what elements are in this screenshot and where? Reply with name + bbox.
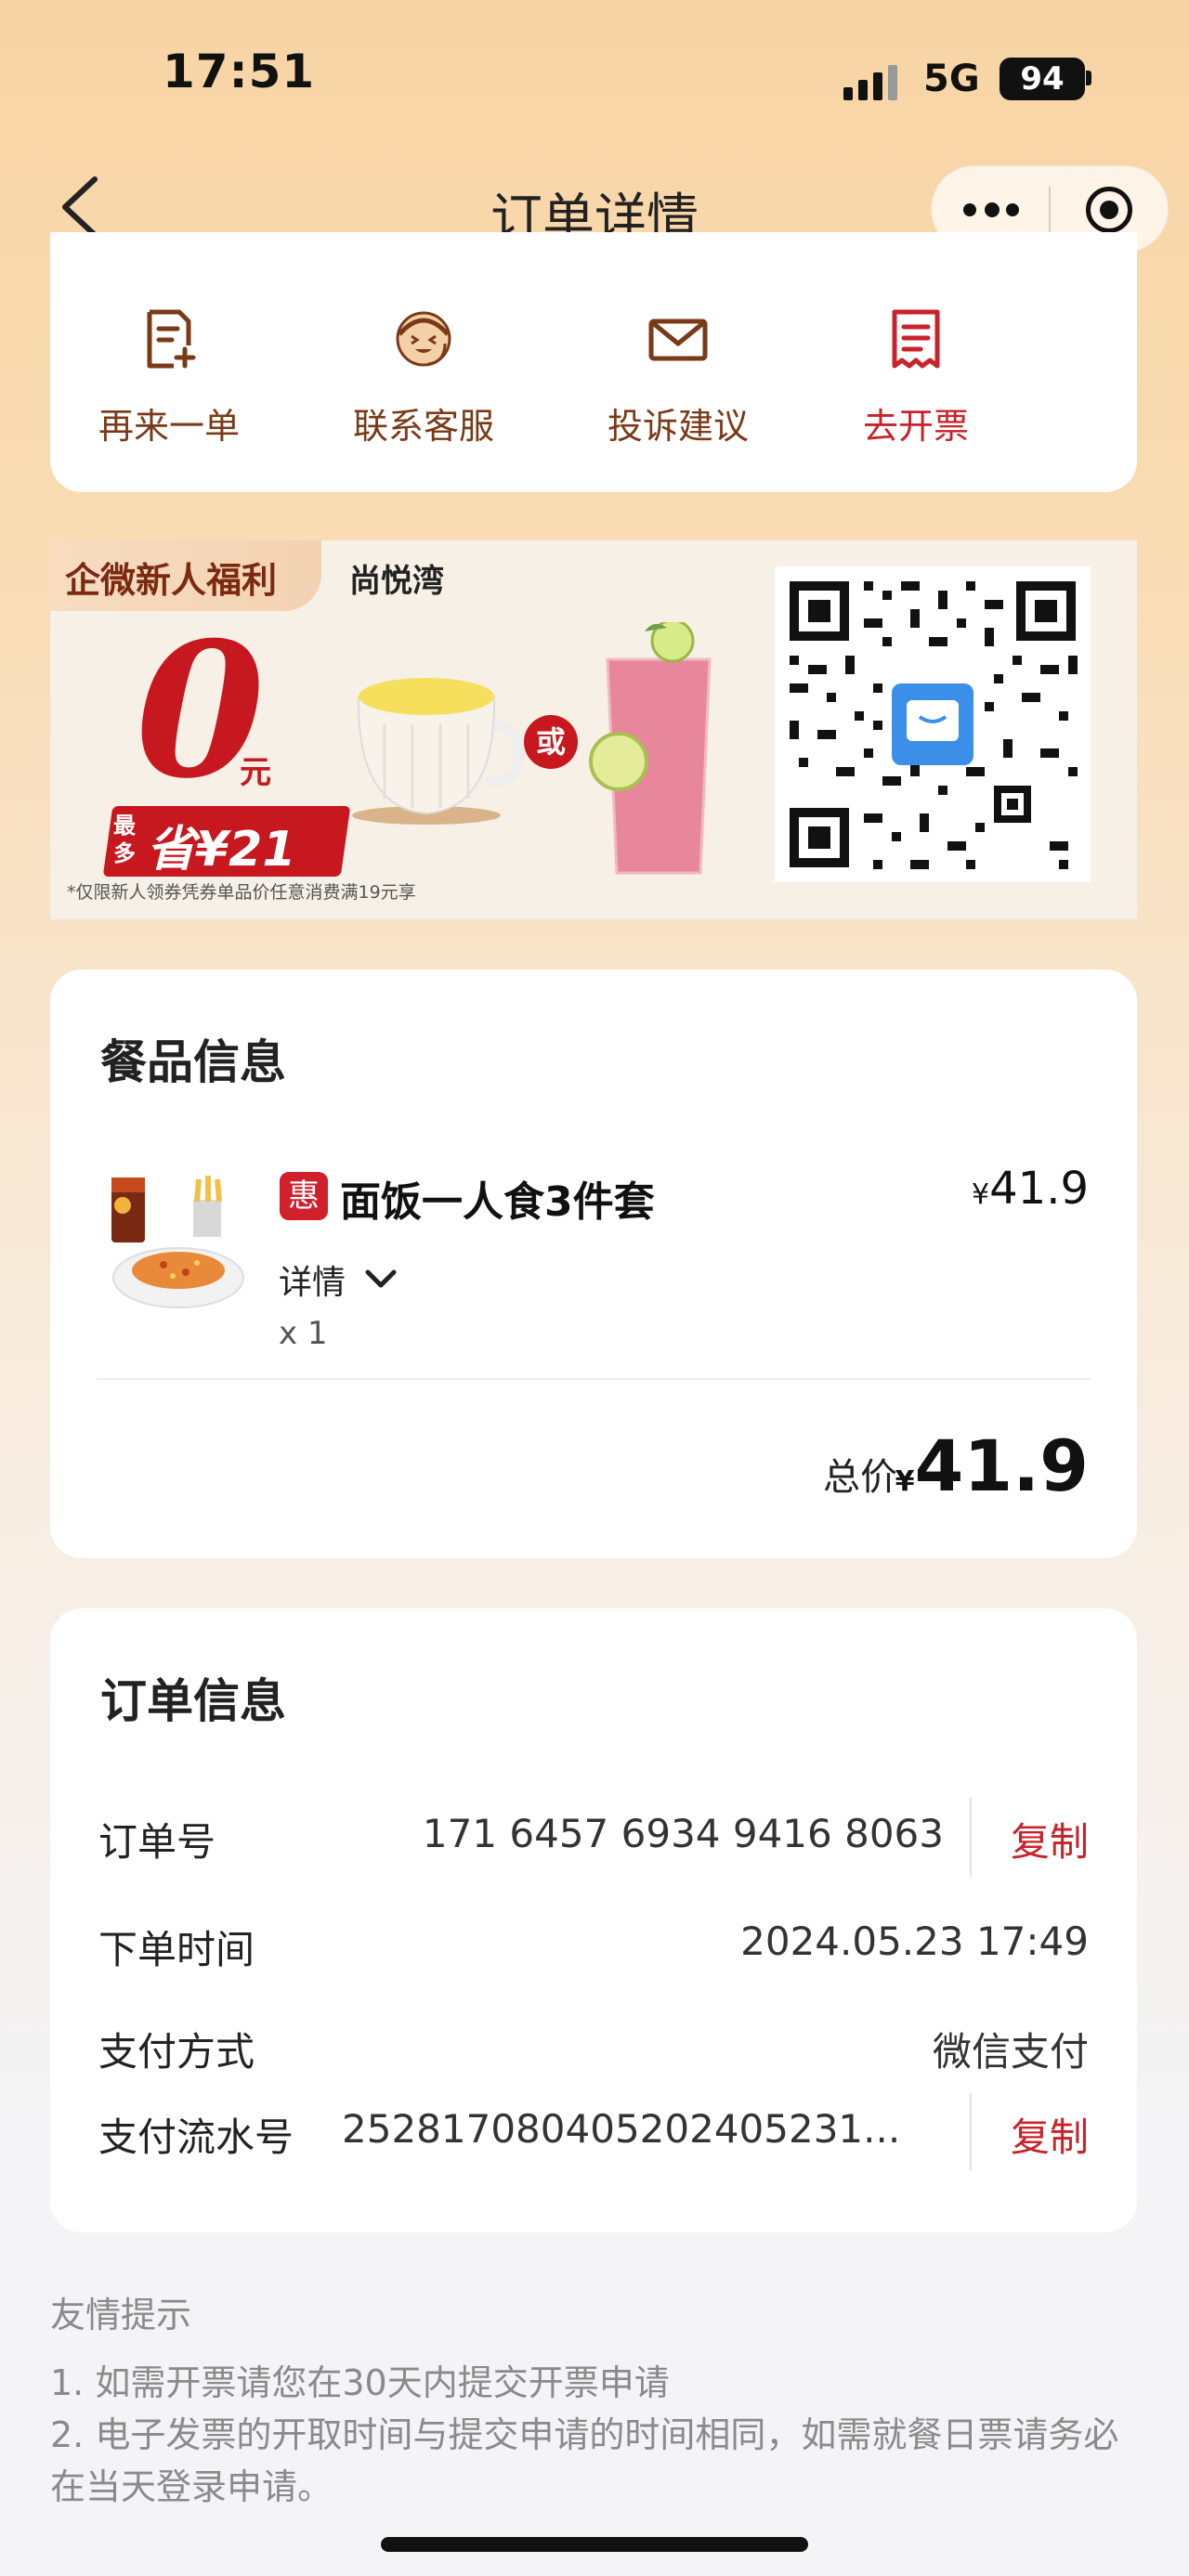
promo-tag: 企微新人福利 bbox=[50, 540, 321, 611]
pay-serial-value: 25281708040520240523​1... bbox=[342, 2106, 901, 2152]
invoice-button[interactable]: 去开票 bbox=[804, 306, 1027, 449]
tip-item: 1. 如需开票请您在30天内提交开票申请 bbox=[50, 2362, 670, 2403]
reorder-icon bbox=[147, 309, 196, 369]
total-label: 总价 bbox=[823, 1456, 897, 1499]
pay-serial-label: 支付流水号 bbox=[98, 2114, 294, 2160]
pay-method-label: 支付方式 bbox=[98, 2029, 255, 2075]
status-time: 17:51 bbox=[163, 45, 316, 98]
home-indicator bbox=[381, 2537, 808, 2552]
order-section-title: 订单信息 bbox=[100, 1674, 286, 1728]
order-time-label: 下单时间 bbox=[98, 1927, 255, 1972]
food-price: ¥41.9 bbox=[972, 1163, 1089, 1215]
promo-save-small: 最多 bbox=[113, 813, 136, 866]
contact-service-label: 联系客服 bbox=[352, 406, 494, 447]
tips-title: 友情提示 bbox=[50, 2295, 192, 2335]
close-mini-program-icon[interactable] bbox=[1086, 187, 1132, 233]
promo-note: *仅限新人领券凭券单品价任意消费满19元享 bbox=[67, 882, 416, 903]
tip-item: 2. 电子发票的开取时间与提交申请的时间相同，如需就餐日票请务必在当天登录申请。 bbox=[50, 2414, 1119, 2507]
pay-method-value: 微信支付 bbox=[932, 2029, 1089, 2075]
more-icon[interactable] bbox=[963, 200, 1019, 220]
qr-code-image[interactable] bbox=[775, 566, 1091, 882]
chevron-down-icon[interactable] bbox=[362, 1267, 399, 1291]
mail-icon bbox=[648, 319, 708, 361]
invoice-label: 去开票 bbox=[862, 406, 969, 447]
reorder-label: 再来一单 bbox=[98, 406, 240, 447]
or-badge: 或 bbox=[524, 715, 578, 769]
order-no-divider bbox=[970, 1798, 972, 1876]
total-value: 41.9 bbox=[914, 1425, 1089, 1507]
food-info-card: 餐品信息 惠 面饭一人食3件套 ¥41.9 详情 x 1 总价 ¥41.9 bbox=[50, 969, 1137, 1558]
contact-service-button[interactable]: 联系客服 bbox=[312, 306, 535, 449]
complaint-button[interactable]: 投诉建议 bbox=[567, 306, 790, 449]
food-quantity: x 1 bbox=[279, 1315, 328, 1352]
promo-unit: 元 bbox=[240, 754, 271, 791]
reorder-button[interactable]: 再来一单 bbox=[58, 306, 281, 449]
battery-icon: 94 bbox=[1000, 58, 1085, 100]
copy-pay-serial-button[interactable]: 复制 bbox=[1011, 2106, 1089, 2163]
coffee-cup-image bbox=[352, 678, 524, 825]
customer-service-icon bbox=[396, 311, 451, 367]
total-price: ¥41.9 bbox=[895, 1425, 1089, 1507]
promo-banner[interactable]: 企微新人福利 尚悦湾 0 元 最多 省¥21 *仅限新人领券凭券单品价任意消费满… bbox=[50, 540, 1137, 919]
capsule-divider bbox=[1049, 187, 1051, 233]
food-name: 面饭一人食3件套 bbox=[340, 1178, 655, 1226]
order-no-label: 订单号 bbox=[98, 1819, 216, 1865]
meal-set-image bbox=[111, 1176, 244, 1308]
copy-order-no-button[interactable]: 复制 bbox=[1011, 1811, 1089, 1867]
food-section-title: 餐品信息 bbox=[100, 1035, 286, 1089]
promo-tag-text: 企微新人福利 bbox=[65, 560, 278, 601]
order-info-card: 订单信息 订单号 171 6457 6934 9416 8063 复制 下单时间… bbox=[50, 1608, 1137, 2232]
signal-icon bbox=[843, 63, 901, 100]
food-price-value: 41.9 bbox=[989, 1163, 1089, 1215]
discount-badge: 惠 bbox=[280, 1172, 328, 1220]
complaint-label: 投诉建议 bbox=[607, 406, 749, 447]
drink-glass-image bbox=[589, 622, 712, 875]
food-divider bbox=[97, 1378, 1091, 1380]
order-no-value: 171 6457 6934 9416 8063 bbox=[422, 1811, 944, 1856]
food-price-currency: ¥ bbox=[972, 1178, 990, 1211]
network-type: 5G bbox=[923, 58, 980, 100]
pay-serial-divider bbox=[970, 2093, 972, 2171]
detail-toggle[interactable]: 详情 bbox=[279, 1255, 346, 1304]
promo-save-amount: 省¥21 bbox=[147, 822, 296, 878]
promo-store-name: 尚悦湾 bbox=[349, 563, 444, 600]
total-currency: ¥ bbox=[895, 1465, 915, 1498]
invoice-icon bbox=[892, 309, 940, 369]
order-time-value: 2024.05.23 17:49 bbox=[740, 1919, 1089, 1964]
battery-tip bbox=[1086, 71, 1091, 85]
quick-actions-card: 再来一单 联系客服 投诉建议 去开票 bbox=[50, 232, 1137, 492]
